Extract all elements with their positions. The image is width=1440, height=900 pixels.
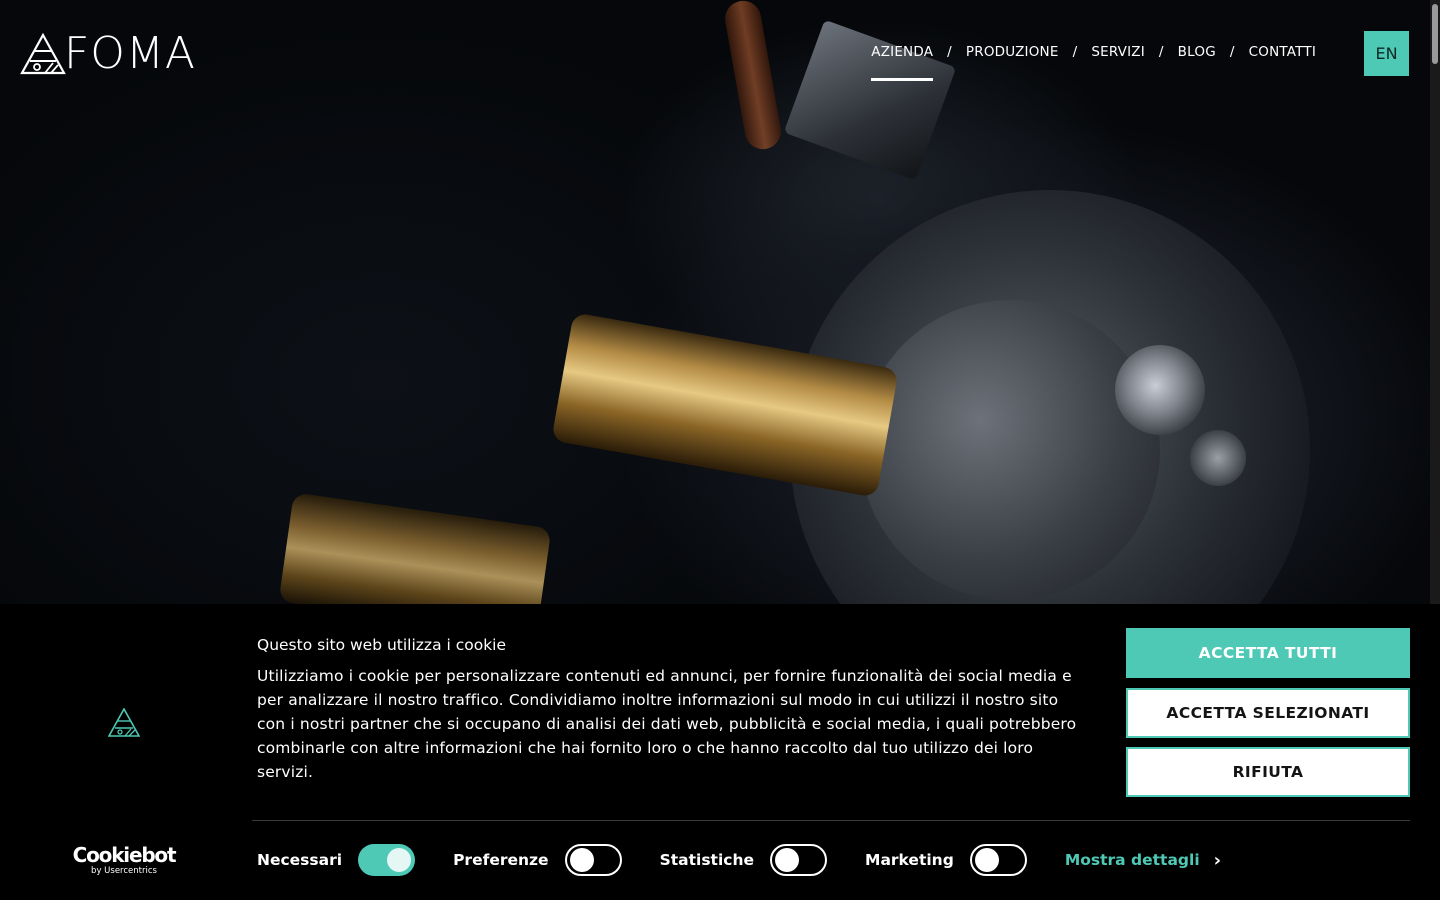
copper-chip — [722, 0, 784, 152]
toggle-label: Preferenze — [453, 851, 549, 869]
toggle-preferenze: Preferenze — [453, 844, 622, 876]
nav-item-produzione[interactable]: PRODUZIONE — [966, 44, 1059, 68]
chuck-bolt — [1115, 345, 1205, 435]
foma-triangle-icon — [108, 708, 140, 737]
divider — [252, 820, 1410, 821]
nav-separator: / — [1229, 44, 1235, 60]
logo-wordmark: FOMA — [64, 28, 197, 79]
switch-knob — [974, 848, 999, 872]
nav-separator: / — [1072, 44, 1078, 60]
scrollbar-thumb[interactable] — [1432, 4, 1438, 64]
show-details-link[interactable]: Mostra dettagli › — [1065, 850, 1221, 871]
toggle-label: Necessari — [257, 851, 343, 869]
nav-separator: / — [947, 44, 952, 60]
main-nav: AZIENDA / PRODUZIONE / SERVIZI / BLOG / … — [871, 44, 1316, 81]
nav-item-contatti[interactable]: CONTATTI — [1249, 44, 1316, 68]
cookie-title: Questo sito web utilizza i cookie — [257, 636, 507, 654]
cookiebot-logo[interactable]: Cookiebot by Usercentrics — [72, 843, 177, 876]
preferenze-switch[interactable] — [564, 844, 622, 876]
accept-all-button[interactable]: ACCETTA TUTTI — [1126, 628, 1410, 678]
chevron-right-icon: › — [1213, 849, 1222, 871]
switch-knob — [775, 848, 800, 872]
cookiebot-by: by Usercentrics — [91, 866, 157, 876]
toggle-marketing: Marketing — [865, 844, 1027, 876]
reject-button[interactable]: RIFIUTA — [1126, 747, 1410, 797]
chuck-inner — [860, 300, 1160, 600]
foma-logo[interactable]: FOMA — [20, 32, 196, 76]
chuck-bolt — [1190, 430, 1246, 486]
hero-image — [0, 0, 1440, 604]
toggle-statistiche: Statistiche — [659, 844, 828, 876]
marketing-switch[interactable] — [969, 844, 1027, 876]
brass-part — [278, 492, 552, 604]
switch-knob — [569, 848, 594, 872]
switch-knob — [387, 848, 412, 872]
toggle-label: Marketing — [865, 851, 954, 869]
cookiebot-name: Cookiebot — [72, 843, 177, 867]
language-button[interactable]: EN — [1364, 31, 1409, 76]
cookie-toggles: Necessari Preferenze Statistiche Marketi… — [257, 844, 1221, 876]
statistiche-switch[interactable] — [770, 844, 828, 876]
necessari-switch[interactable] — [358, 844, 416, 876]
foma-triangle-icon — [20, 33, 66, 75]
nav-item-azienda[interactable]: AZIENDA — [871, 44, 934, 81]
nav-item-blog[interactable]: BLOG — [1178, 44, 1216, 68]
toggle-necessari: Necessari — [257, 844, 416, 876]
nav-separator: / — [1158, 44, 1164, 60]
nav-item-servizi[interactable]: SERVIZI — [1091, 44, 1145, 68]
show-details-label: Mostra dettagli — [1064, 851, 1200, 869]
scrollbar[interactable] — [1430, 0, 1440, 604]
accept-selected-button[interactable]: ACCETTA SELEZIONATI — [1126, 688, 1410, 738]
toggle-label: Statistiche — [659, 851, 755, 869]
cookie-description: Utilizziamo i cookie per personalizzare … — [257, 667, 1077, 781]
